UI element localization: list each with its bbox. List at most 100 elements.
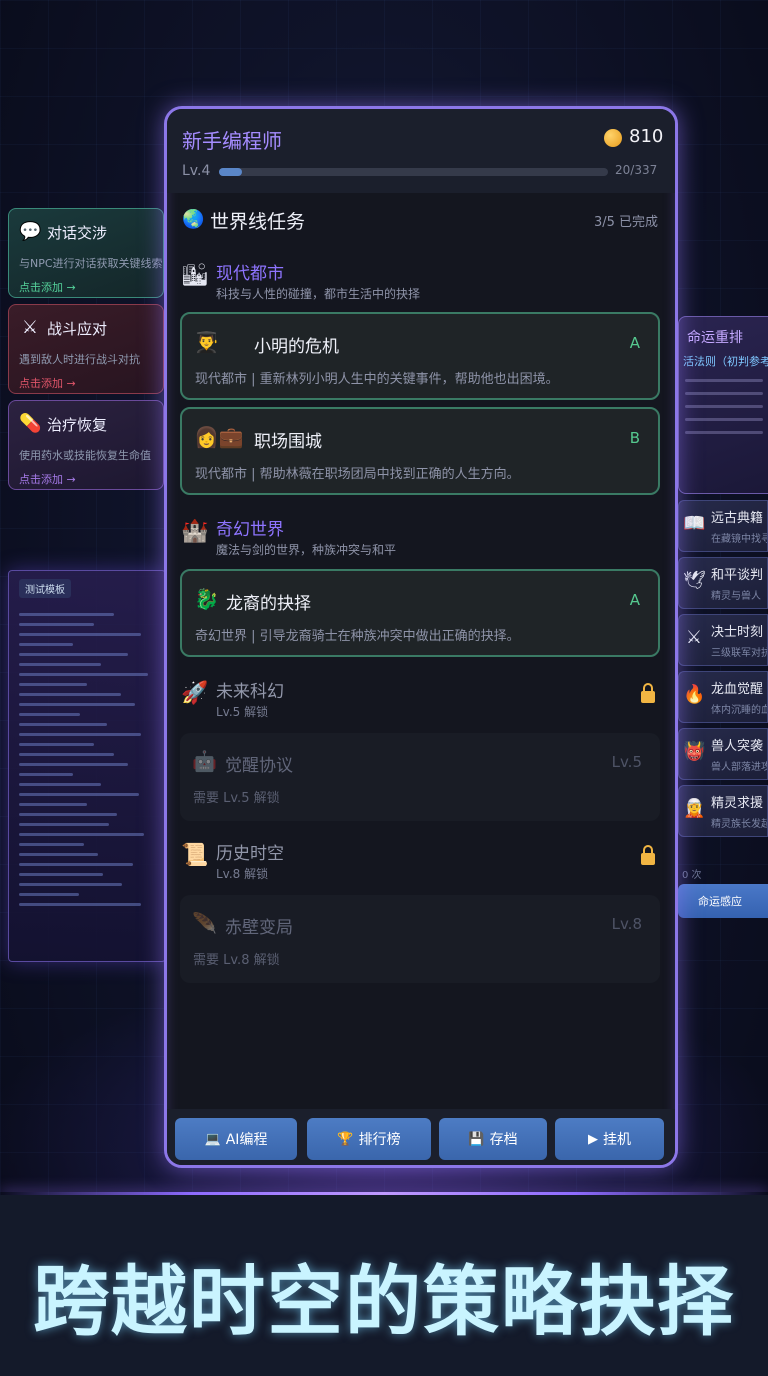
ai-coding-button[interactable]: 💻 AI编程 <box>175 1118 297 1160</box>
fire-icon: 🔥 <box>683 684 706 705</box>
speech-bubble-icon: 💬 <box>19 221 42 242</box>
event-card-title: 远古典籍 <box>711 511 764 526</box>
code-line <box>19 793 139 796</box>
mission-card-xiaoming[interactable]: 👨‍🎓 小明的危机 A 现代都市 | 重新林列小明人生中的关键事件，帮助他也出困… <box>180 312 660 400</box>
world-history[interactable]: 📜 历史时空 Lv.8 解锁 <box>179 839 659 887</box>
world-name: 奇幻世界 <box>216 520 284 540</box>
code-line <box>19 613 115 616</box>
xp-progress-bar <box>219 168 608 176</box>
event-card[interactable]: 👹 兽人突袭 兽人部落进攻 <box>678 728 768 780</box>
event-card[interactable]: 🔥 龙血觉醒体内沉睡的血 <box>678 671 768 723</box>
event-card-desc: 精灵与兽人 <box>711 591 761 602</box>
code-line <box>19 883 123 886</box>
play-icon: ▶ <box>588 1131 598 1147</box>
xp-text: 20/337 <box>615 163 658 177</box>
event-card-title: 兽人突袭 <box>711 739 764 754</box>
code-line <box>19 823 109 826</box>
dock-button-label: 挂机 <box>603 1132 631 1148</box>
dock-button-label: AI编程 <box>225 1132 268 1148</box>
action-card-heal[interactable]: 💊 治疗恢复 使用药水或技能恢复生命值 点击添加 → <box>8 400 164 490</box>
mission-card-workplace[interactable]: 👩💼 职场围城 B 现代都市 | 帮助林薇在职场团局中找到正确的人生方向。 <box>180 407 660 495</box>
fate-panel-subtitle: 活法则（初判参考） <box>683 355 768 368</box>
action-card-combat[interactable]: ⚔ 战斗应对 遇到敌人时进行战斗对抗 点击添加 → <box>8 304 164 394</box>
book-icon: 📖 <box>683 513 706 534</box>
briefcase-icon: 👩💼 <box>194 425 244 449</box>
mission-required-level: Lv.8 <box>611 915 642 933</box>
action-card-title: 治疗恢复 <box>47 415 108 434</box>
game-main-panel: 新手编程师 810 Lv.4 20/337 🌏 世界线任务 3/5 已完成 🏙 … <box>164 106 678 1168</box>
code-line <box>19 833 145 836</box>
event-card-desc: 体内沉睡的血 <box>711 705 768 716</box>
ogre-mask-icon: 👹 <box>683 741 706 762</box>
code-line <box>19 663 101 666</box>
world-name: 现代都市 <box>216 264 284 284</box>
code-line <box>19 693 121 696</box>
event-card-desc: 三级联军对抗 <box>711 648 768 659</box>
mission-title: 赤壁变局 <box>225 918 293 938</box>
idle-button[interactable]: ▶ 挂机 <box>555 1118 664 1160</box>
world-desc: 魔法与剑的世界，种族冲突与和平 <box>216 543 397 557</box>
leaderboard-button[interactable]: 🏆 排行榜 <box>307 1118 431 1160</box>
action-card-desc: 与NPC进行对话获取关键线索 <box>19 257 163 270</box>
world-fantasy[interactable]: 🏰 奇幻世界 魔法与剑的世界，种族冲突与和平 <box>179 515 659 563</box>
mission-desc: 奇幻世界 | 引导龙裔骑士在种族冲突中做出正确的抉择。 <box>195 629 520 644</box>
mission-title: 龙裔的抉择 <box>226 594 311 614</box>
rocket-icon: 🚀 <box>181 681 209 706</box>
world-modern-city[interactable]: 🏙 现代都市 科技与人性的碰撞，都市生活中的抉择 <box>179 259 659 307</box>
event-card-title: 龙血觉醒 <box>711 682 764 697</box>
action-card-add-link[interactable]: 点击添加 → <box>19 375 153 391</box>
world-future-scifi[interactable]: 🚀 未来科幻 Lv.5 解锁 <box>179 677 659 725</box>
action-card-add-link[interactable]: 点击添加 → <box>19 279 153 295</box>
xp-progress-fill <box>219 168 243 176</box>
code-line <box>19 763 128 766</box>
event-card[interactable]: ⚔ 决士时刻 三级联军对抗 <box>678 614 768 666</box>
mission-title: 小明的危机 <box>254 337 339 357</box>
text-line <box>685 431 763 434</box>
code-line <box>19 903 142 906</box>
code-line <box>19 683 87 686</box>
worldline-section-header: 🌏 世界线任务 3/5 已完成 <box>182 207 660 237</box>
world-name: 未来科幻 <box>216 682 284 702</box>
dock-button-label: 排行榜 <box>358 1132 401 1148</box>
mission-title: 职场围城 <box>254 432 322 452</box>
lock-icon <box>641 845 655 865</box>
fate-rearrange-panel[interactable]: 命运重排 活法则（初判参考） <box>678 316 768 494</box>
event-card[interactable]: 🧝 精灵求援 精灵族长发起 <box>678 785 768 837</box>
elf-icon: 🧝 <box>683 798 706 819</box>
crossed-swords-icon: ⚔ <box>21 317 39 338</box>
mission-grade: B <box>629 429 640 447</box>
mission-grade: A <box>629 591 640 609</box>
code-line <box>19 813 117 816</box>
mission-card-red-cliff[interactable]: 🪶 赤壁变局 Lv.8 需要 Lv.8 解锁 <box>180 895 660 983</box>
save-button[interactable]: 💾 存档 <box>439 1118 547 1160</box>
event-card[interactable]: 🕊 和平谈判 精灵与兽人 <box>678 557 768 609</box>
mission-card-dragon[interactable]: 🐉 龙裔的抉择 A 奇幻世界 | 引导龙裔骑士在种族冲突中做出正确的抉择。 <box>180 569 660 657</box>
tagline: 跨越时空的策略抉择 <box>33 1257 735 1346</box>
event-card[interactable]: 📖 远古典籍 在藏镜中找寻 <box>678 500 768 552</box>
mission-desc: 现代都市 | 重新林列小明人生中的关键事件，帮助他也出困境。 <box>195 372 559 387</box>
crossed-swords-icon: ⚔ <box>685 627 703 648</box>
code-line <box>19 723 108 726</box>
code-line <box>19 773 74 776</box>
globe-icon: 🌏 <box>182 209 205 230</box>
world-unlock-level: Lv.8 解锁 <box>216 867 269 881</box>
text-line <box>685 392 763 395</box>
floppy-disk-icon: 💾 <box>468 1131 485 1147</box>
action-card-list: 💬 对话交涉 与NPC进行对话获取关键线索 点击添加 → ⚔ 战斗应对 遇到敌人时进… <box>8 208 164 496</box>
trophy-icon: 🏆 <box>337 1131 354 1147</box>
fate-sense-button[interactable]: 命运感应 <box>678 884 768 918</box>
section-progress: 3/5 已完成 <box>593 215 658 230</box>
event-card-title: 精灵求援 <box>711 796 764 811</box>
text-line <box>685 379 763 382</box>
world-desc: 科技与人性的碰撞，都市生活中的抉择 <box>216 287 421 301</box>
action-card-add-link[interactable]: 点击添加 → <box>19 471 153 487</box>
mission-card-awakening[interactable]: 🤖 觉醒协议 Lv.5 需要 Lv.5 解锁 <box>180 733 660 821</box>
code-line <box>19 863 134 866</box>
scroll-icon: 📜 <box>181 843 209 868</box>
mission-desc: 需要 Lv.8 解锁 <box>193 953 280 968</box>
code-line <box>19 893 79 896</box>
action-card-dialogue[interactable]: 💬 对话交涉 与NPC进行对话获取关键线索 点击添加 → <box>8 208 164 298</box>
feather-icon: 🪶 <box>192 911 217 935</box>
world-unlock-level: Lv.5 解锁 <box>216 705 269 719</box>
action-card-desc: 使用药水或技能恢复生命值 <box>19 449 151 462</box>
